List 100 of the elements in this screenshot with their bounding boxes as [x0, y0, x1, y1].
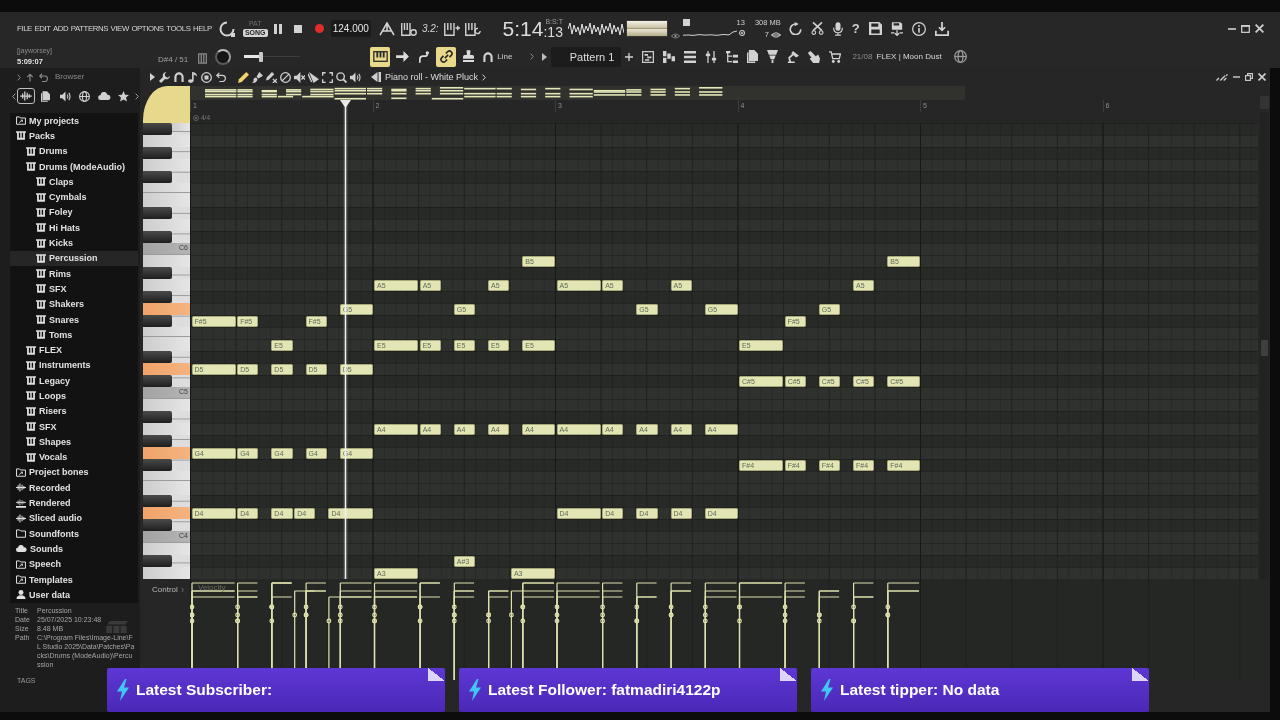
tree-item[interactable]: My projects [10, 113, 138, 129]
hand-icon[interactable] [808, 50, 821, 63]
scissors-icon[interactable] [810, 22, 824, 35]
sliders-icon[interactable] [705, 50, 718, 63]
note-icon[interactable] [188, 71, 197, 83]
metronome-icon[interactable] [378, 21, 395, 36]
tempo-field[interactable]: 124.000 [330, 20, 371, 37]
tree-item[interactable]: FLEX [10, 342, 138, 358]
tree-item[interactable]: User data [10, 587, 138, 603]
tree-icon[interactable] [726, 50, 739, 63]
diagonal-dashes-icon[interactable] [1216, 73, 1228, 81]
cart-icon[interactable] [829, 50, 842, 63]
document-icon[interactable] [747, 50, 759, 63]
tree-item[interactable]: Rendered [10, 495, 138, 511]
vertical-scrollbar[interactable] [1259, 112, 1269, 579]
info-icon[interactable] [911, 21, 926, 36]
pencil-x-icon[interactable] [266, 71, 277, 83]
toggle-button[interactable] [436, 46, 457, 67]
tree-item[interactable]: Packs [10, 128, 138, 144]
tree-item[interactable]: Hi Hats [10, 220, 138, 236]
lamp-icon[interactable] [787, 50, 800, 63]
record-icon[interactable] [314, 24, 324, 33]
arrow-up-icon[interactable] [26, 72, 34, 82]
tree-item[interactable]: Templates [10, 571, 138, 588]
plus-icon[interactable] [625, 52, 634, 61]
keys-clock-icon[interactable] [400, 21, 417, 36]
magnet-icon[interactable] [174, 72, 184, 82]
tree-item[interactable]: Shakers [10, 296, 138, 312]
chevron-right-icon[interactable] [482, 73, 487, 81]
save-icon[interactable] [868, 22, 882, 35]
playhead[interactable] [340, 100, 351, 579]
tree-item[interactable]: Percussion [10, 250, 138, 266]
globe-icon[interactable] [953, 50, 967, 63]
search-icon[interactable] [336, 71, 347, 83]
tree-item[interactable]: Shapes [10, 434, 138, 450]
tree-item[interactable]: SFX [10, 281, 138, 297]
close-icon[interactable] [1258, 73, 1266, 81]
note-overview-drawing[interactable] [190, 86, 965, 100]
tree-item[interactable]: Toms [10, 327, 138, 343]
minimize-icon[interactable] [1228, 27, 1236, 30]
speaker-icon[interactable] [350, 71, 361, 83]
save-arrows-icon[interactable] [890, 21, 903, 36]
tree-item[interactable]: Kicks [10, 235, 138, 251]
tree-item[interactable]: Rims [10, 265, 138, 282]
tree-item[interactable]: Project bones [10, 464, 138, 481]
tree-item[interactable]: Drums (ModeAudio) [10, 158, 138, 175]
scrollbar-thumb[interactable] [1260, 340, 1268, 356]
piano-roll-icon[interactable] [642, 50, 655, 63]
tree-item[interactable]: Speech [10, 556, 138, 572]
tree-item[interactable]: SFX [10, 418, 138, 435]
tree-item[interactable]: Cymbals [10, 189, 138, 205]
snap-dropdown[interactable]: Line [483, 51, 535, 62]
tree-item[interactable]: Vocals [10, 449, 138, 465]
tree-item[interactable]: Sliced audio [10, 510, 138, 526]
microphone-icon[interactable] [832, 21, 843, 36]
toggle-button[interactable] [370, 46, 391, 67]
keys-icon[interactable] [198, 53, 208, 64]
keys-loop-icon[interactable] [464, 21, 481, 36]
control-selector[interactable]: Control [152, 585, 184, 595]
tree-item[interactable]: Snares [10, 311, 138, 328]
triangle-right-icon[interactable] [542, 52, 548, 61]
download-icon[interactable] [934, 21, 949, 36]
list-icon[interactable] [684, 50, 697, 63]
maximize-icon[interactable] [1241, 24, 1250, 33]
undo-icon[interactable] [216, 72, 226, 82]
tree-item[interactable]: Legacy [10, 373, 138, 389]
triangle-bar-icon[interactable] [371, 72, 381, 82]
keys-plus-icon[interactable] [443, 21, 460, 36]
wrench-icon[interactable] [159, 71, 170, 83]
tree-item[interactable]: Soundfonts [10, 526, 138, 542]
tree-item[interactable]: Foley [10, 204, 138, 221]
brush-icon[interactable] [252, 71, 263, 83]
funnel-icon[interactable] [767, 50, 779, 63]
chevron-right-icon[interactable] [17, 73, 21, 81]
undo-icon[interactable] [39, 72, 48, 82]
tree-item[interactable]: Claps [10, 174, 138, 190]
speaker-x-icon[interactable] [294, 71, 305, 83]
stop-icon[interactable] [293, 24, 302, 33]
eye-icon[interactable] [670, 33, 680, 39]
ring-icon[interactable] [218, 20, 235, 37]
triangle-right-icon[interactable] [150, 73, 155, 81]
refresh-icon[interactable] [788, 22, 802, 35]
tree-item[interactable]: Risers [10, 403, 138, 419]
help-button[interactable]: ? [851, 21, 860, 36]
steps-icon[interactable] [663, 50, 676, 63]
pencil-icon[interactable] [238, 71, 249, 83]
chevron-left-icon[interactable] [12, 92, 16, 100]
countdown-button[interactable]: 3.2: [421, 22, 439, 35]
tree-item[interactable]: Drums [10, 143, 138, 159]
tree-item[interactable]: Loops [10, 388, 138, 404]
slash-circle-icon[interactable] [280, 71, 291, 83]
knife-icon[interactable] [308, 71, 319, 83]
restore-icon[interactable] [1245, 73, 1253, 81]
browser-tab[interactable] [17, 88, 35, 104]
slider-thumb[interactable] [259, 51, 264, 62]
stop-circle-icon[interactable] [201, 71, 212, 83]
tree-item[interactable]: Recorded [10, 480, 138, 496]
select-icon[interactable] [322, 71, 333, 83]
tree-item[interactable]: Sounds [10, 541, 138, 557]
tree-item[interactable]: Instruments [10, 357, 138, 374]
